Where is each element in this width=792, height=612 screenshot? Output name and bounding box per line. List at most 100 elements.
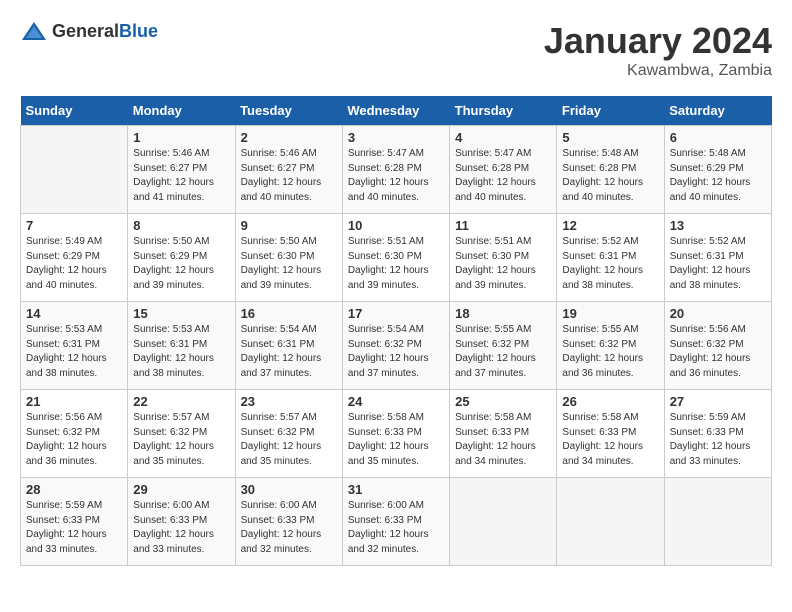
day-info: Sunrise: 5:54 AM Sunset: 6:32 PM Dayligh…: [348, 323, 444, 381]
calendar-cell: 21Sunrise: 5:56 AM Sunset: 6:32 PM Dayli…: [21, 390, 128, 478]
calendar-cell: [557, 478, 664, 566]
column-header-tuesday: Tuesday: [235, 96, 342, 126]
day-number: 8: [133, 218, 229, 233]
day-info: Sunrise: 5:56 AM Sunset: 6:32 PM Dayligh…: [26, 411, 122, 469]
day-number: 26: [562, 394, 658, 409]
day-info: Sunrise: 5:58 AM Sunset: 6:33 PM Dayligh…: [455, 411, 551, 469]
day-number: 9: [241, 218, 337, 233]
day-number: 4: [455, 130, 551, 145]
day-info: Sunrise: 5:46 AM Sunset: 6:27 PM Dayligh…: [241, 147, 337, 205]
calendar-cell: 9 Sunrise: 5:50 AM Sunset: 6:30 PM Daylig…: [235, 214, 342, 302]
day-info: Sunrise: 6:00 AM Sunset: 6:33 PM Dayligh…: [133, 499, 229, 557]
day-info: Sunrise: 5:56 AM Sunset: 6:32 PM Dayligh…: [670, 323, 766, 381]
day-info: Sunrise: 5:55 AM Sunset: 6:32 PM Dayligh…: [455, 323, 551, 381]
day-info: Sunrise: 5:50 AM Sunset: 6:30 PM Dayligh…: [241, 235, 337, 293]
calendar-week-3: 14Sunrise: 5:53 AM Sunset: 6:31 PM Dayli…: [21, 302, 772, 390]
day-number: 11: [455, 218, 551, 233]
day-number: 20: [670, 306, 766, 321]
calendar-cell: 7Sunrise: 5:49 AM Sunset: 6:29 PM Daylig…: [21, 214, 128, 302]
day-number: 18: [455, 306, 551, 321]
month-year-title: January 2024: [544, 20, 772, 62]
day-number: 27: [670, 394, 766, 409]
calendar-cell: 2 Sunrise: 5:46 AM Sunset: 6:27 PM Daylig…: [235, 126, 342, 214]
day-number: 28: [26, 482, 122, 497]
calendar-table: SundayMondayTuesdayWednesdayThursdayFrid…: [20, 96, 772, 566]
logo-general-text: General: [52, 21, 119, 41]
calendar-cell: 13Sunrise: 5:52 AM Sunset: 6:31 PM Dayli…: [664, 214, 771, 302]
calendar-week-2: 7Sunrise: 5:49 AM Sunset: 6:29 PM Daylig…: [21, 214, 772, 302]
day-info: Sunrise: 5:51 AM Sunset: 6:30 PM Dayligh…: [348, 235, 444, 293]
day-info: Sunrise: 5:46 AM Sunset: 6:27 PM Dayligh…: [133, 147, 229, 205]
title-section: January 2024 Kawambwa, Zambia: [544, 20, 772, 80]
calendar-cell: 29Sunrise: 6:00 AM Sunset: 6:33 PM Dayli…: [128, 478, 235, 566]
column-header-monday: Monday: [128, 96, 235, 126]
calendar-cell: 10 Sunrise: 5:51 AM Sunset: 6:30 PM Dayli…: [342, 214, 449, 302]
logo-icon: [20, 20, 48, 42]
day-info: Sunrise: 5:48 AM Sunset: 6:28 PM Dayligh…: [562, 147, 658, 205]
column-header-saturday: Saturday: [664, 96, 771, 126]
day-number: 3: [348, 130, 444, 145]
day-number: 6: [670, 130, 766, 145]
day-info: Sunrise: 5:50 AM Sunset: 6:29 PM Dayligh…: [133, 235, 229, 293]
calendar-cell: 14Sunrise: 5:53 AM Sunset: 6:31 PM Dayli…: [21, 302, 128, 390]
logo: GeneralBlue: [20, 20, 158, 42]
day-number: 24: [348, 394, 444, 409]
day-info: Sunrise: 5:47 AM Sunset: 6:28 PM Dayligh…: [455, 147, 551, 205]
day-number: 1: [133, 130, 229, 145]
day-number: 7: [26, 218, 122, 233]
day-info: Sunrise: 6:00 AM Sunset: 6:33 PM Dayligh…: [348, 499, 444, 557]
calendar-cell: 4 Sunrise: 5:47 AM Sunset: 6:28 PM Daylig…: [450, 126, 557, 214]
calendar-header-row: SundayMondayTuesdayWednesdayThursdayFrid…: [21, 96, 772, 126]
calendar-cell: 27 Sunrise: 5:59 AM Sunset: 6:33 PM Dayli…: [664, 390, 771, 478]
day-info: Sunrise: 5:47 AM Sunset: 6:28 PM Dayligh…: [348, 147, 444, 205]
calendar-cell: 8 Sunrise: 5:50 AM Sunset: 6:29 PM Daylig…: [128, 214, 235, 302]
calendar-cell: 16 Sunrise: 5:54 AM Sunset: 6:31 PM Dayli…: [235, 302, 342, 390]
day-info: Sunrise: 6:00 AM Sunset: 6:33 PM Dayligh…: [241, 499, 337, 557]
calendar-week-5: 28 Sunrise: 5:59 AM Sunset: 6:33 PM Dayli…: [21, 478, 772, 566]
calendar-cell: 19Sunrise: 5:55 AM Sunset: 6:32 PM Dayli…: [557, 302, 664, 390]
calendar-cell: 11 Sunrise: 5:51 AM Sunset: 6:30 PM Dayli…: [450, 214, 557, 302]
calendar-cell: 31Sunrise: 6:00 AM Sunset: 6:33 PM Dayli…: [342, 478, 449, 566]
calendar-cell: 28 Sunrise: 5:59 AM Sunset: 6:33 PM Dayli…: [21, 478, 128, 566]
day-info: Sunrise: 5:57 AM Sunset: 6:32 PM Dayligh…: [241, 411, 337, 469]
day-info: Sunrise: 5:53 AM Sunset: 6:31 PM Dayligh…: [26, 323, 122, 381]
column-header-sunday: Sunday: [21, 96, 128, 126]
day-info: Sunrise: 5:58 AM Sunset: 6:33 PM Dayligh…: [348, 411, 444, 469]
calendar-cell: [21, 126, 128, 214]
calendar-cell: 20 Sunrise: 5:56 AM Sunset: 6:32 PM Dayli…: [664, 302, 771, 390]
day-number: 16: [241, 306, 337, 321]
calendar-cell: 17 Sunrise: 5:54 AM Sunset: 6:32 PM Dayli…: [342, 302, 449, 390]
calendar-cell: 18 Sunrise: 5:55 AM Sunset: 6:32 PM Dayli…: [450, 302, 557, 390]
day-info: Sunrise: 5:59 AM Sunset: 6:33 PM Dayligh…: [26, 499, 122, 557]
calendar-cell: 22Sunrise: 5:57 AM Sunset: 6:32 PM Dayli…: [128, 390, 235, 478]
calendar-week-1: 1 Sunrise: 5:46 AM Sunset: 6:27 PM Daylig…: [21, 126, 772, 214]
page-header: GeneralBlue January 2024 Kawambwa, Zambi…: [20, 20, 772, 80]
day-number: 25: [455, 394, 551, 409]
day-number: 2: [241, 130, 337, 145]
calendar-cell: 25 Sunrise: 5:58 AM Sunset: 6:33 PM Dayli…: [450, 390, 557, 478]
calendar-cell: 30Sunrise: 6:00 AM Sunset: 6:33 PM Dayli…: [235, 478, 342, 566]
day-number: 13: [670, 218, 766, 233]
day-info: Sunrise: 5:48 AM Sunset: 6:29 PM Dayligh…: [670, 147, 766, 205]
day-info: Sunrise: 5:57 AM Sunset: 6:32 PM Dayligh…: [133, 411, 229, 469]
day-number: 10: [348, 218, 444, 233]
day-number: 12: [562, 218, 658, 233]
calendar-cell: 26 Sunrise: 5:58 AM Sunset: 6:33 PM Dayli…: [557, 390, 664, 478]
column-header-wednesday: Wednesday: [342, 96, 449, 126]
day-info: Sunrise: 5:51 AM Sunset: 6:30 PM Dayligh…: [455, 235, 551, 293]
day-number: 23: [241, 394, 337, 409]
calendar-cell: 15Sunrise: 5:53 AM Sunset: 6:31 PM Dayli…: [128, 302, 235, 390]
column-header-friday: Friday: [557, 96, 664, 126]
column-header-thursday: Thursday: [450, 96, 557, 126]
day-info: Sunrise: 5:52 AM Sunset: 6:31 PM Dayligh…: [562, 235, 658, 293]
logo-blue-text: Blue: [119, 21, 158, 41]
location-subtitle: Kawambwa, Zambia: [544, 62, 772, 80]
day-number: 17: [348, 306, 444, 321]
calendar-cell: 12 Sunrise: 5:52 AM Sunset: 6:31 PM Dayli…: [557, 214, 664, 302]
day-number: 5: [562, 130, 658, 145]
day-info: Sunrise: 5:59 AM Sunset: 6:33 PM Dayligh…: [670, 411, 766, 469]
day-info: Sunrise: 5:54 AM Sunset: 6:31 PM Dayligh…: [241, 323, 337, 381]
day-info: Sunrise: 5:58 AM Sunset: 6:33 PM Dayligh…: [562, 411, 658, 469]
calendar-cell: [450, 478, 557, 566]
calendar-cell: 5 Sunrise: 5:48 AM Sunset: 6:28 PM Daylig…: [557, 126, 664, 214]
